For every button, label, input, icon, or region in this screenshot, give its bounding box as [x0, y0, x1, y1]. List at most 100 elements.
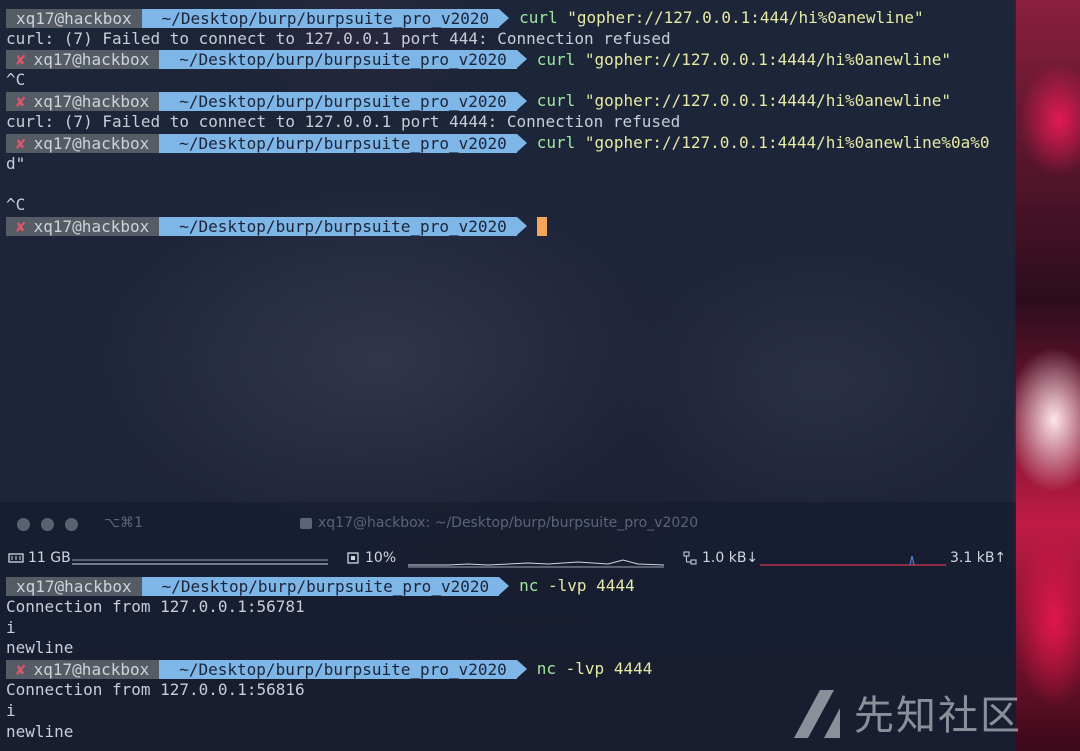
terminal-output-bottom: xq17@hackbox ~/Desktop/burp/burpsuite_pro… [6, 576, 652, 742]
output-text: newline [6, 638, 74, 658]
text-cursor [536, 216, 547, 236]
prompt-user-segment: ✘ xq17@hackbox [6, 660, 170, 680]
window-title-text: xq17@hackbox: ~/Desktop/burp/burpsuite_p… [318, 515, 699, 531]
network-up-value: 3.1 kB↑ [950, 550, 1007, 566]
prompt-username: xq17@hackbox [33, 660, 150, 680]
cpu-value: 10% [365, 550, 397, 566]
network-icon [683, 551, 697, 565]
terminal-icon [300, 517, 312, 529]
output-text: ^C [6, 70, 26, 90]
prompt-path-segment: ~/Desktop/burp/burpsuite_pro_v2020 [159, 92, 527, 112]
prompt-line: xq17@hackbox ~/Desktop/burp/burpsuite_pro… [6, 8, 990, 29]
command-binary: curl [536, 132, 576, 152]
prompt-path-segment: ~/Desktop/burp/burpsuite_pro_v2020 [141, 8, 509, 28]
output-line: newline [6, 638, 652, 659]
network-down-status: 1.0 kB↓ [682, 550, 758, 566]
command-args: -lvp 4444 [538, 576, 635, 595]
prompt-path-segment: ~/Desktop/burp/burpsuite_pro_v2020 [159, 660, 527, 680]
prompt-path-segment: ~/Desktop/burp/burpsuite_pro_v2020 [159, 133, 527, 153]
output-line: newline [6, 722, 652, 743]
output-line: curl: (7) Failed to connect to 127.0.0.1… [6, 29, 990, 50]
prompt-path-segment: ~/Desktop/burp/burpsuite_pro_v2020 [159, 216, 527, 236]
output-text: ^C [6, 195, 26, 215]
cpu-graph [408, 559, 664, 568]
watermark: 先知社区 [790, 682, 1022, 742]
prompt-user-segment: ✘ xq17@hackbox [6, 92, 170, 112]
prompt-line: ✘ xq17@hackbox ~/Desktop/burp/burpsuite_pr… [6, 659, 652, 680]
command-binary: nc [519, 576, 539, 595]
watermark-logo-icon [794, 690, 840, 738]
command-text: curl "gopher://127.0.0.1:4444/hi%0anewli… [537, 50, 951, 71]
command-binary: curl [536, 49, 576, 69]
output-text: i [6, 700, 16, 720]
prompt-username: xq17@hackbox [16, 8, 132, 28]
command-text: curl "gopher://127.0.0.1:4444/hi%0anewli… [537, 133, 990, 154]
memory-icon [8, 553, 24, 563]
output-line: Connection from 127.0.0.1:56816 [6, 680, 652, 701]
output-line: Connection from 127.0.0.1:56781 [6, 597, 652, 618]
output-text: i [6, 617, 16, 637]
command-args: "gopher://127.0.0.1:4444/hi%0anewline%0a… [575, 132, 990, 152]
output-text: newline [6, 721, 74, 741]
prompt-line: ✘ xq17@hackbox ~/Desktop/burp/burpsuite_pr… [6, 133, 990, 154]
command-text: curl "gopher://127.0.0.1:444/hi%0anewlin… [519, 8, 924, 29]
prompt-line: ✘ xq17@hackbox ~/Desktop/burp/burpsuite_pr… [6, 91, 990, 112]
error-status-icon: ✘ [16, 133, 26, 153]
wallpaper-right-edge [1014, 0, 1080, 751]
prompt-username: xq17@hackbox [33, 133, 150, 153]
command-args: "gopher://127.0.0.1:4444/hi%0anewline" [575, 49, 951, 69]
tab-shortcut-label: ⌥⌘1 [104, 515, 144, 531]
command-binary: curl [536, 91, 576, 111]
error-status-icon: ✘ [16, 92, 26, 112]
output-text: Connection from 127.0.0.1:56781 [6, 596, 305, 616]
prompt-line: xq17@hackbox ~/Desktop/burp/burpsuite_pro… [6, 576, 652, 597]
prompt-username: xq17@hackbox [33, 50, 150, 70]
prompt-username: xq17@hackbox [33, 92, 150, 112]
error-status-icon: ✘ [16, 660, 26, 680]
prompt-path-segment: ~/Desktop/burp/burpsuite_pro_v2020 [159, 50, 527, 70]
output-line: ^C [6, 70, 990, 91]
terminal-pane-top[interactable]: xq17@hackbox ~/Desktop/burp/burpsuite_pro… [0, 0, 1016, 502]
prompt-user-segment: ✘ xq17@hackbox [6, 216, 170, 236]
output-text: curl: (7) Failed to connect to 127.0.0.1… [6, 28, 671, 48]
watermark-text: 先知社区 [854, 693, 1022, 739]
command-text: nc -lvp 4444 [519, 576, 635, 597]
command-binary: nc [536, 659, 557, 679]
output-text: Connection from 127.0.0.1:56816 [6, 679, 305, 699]
memory-value: 11 GB [28, 550, 71, 566]
command-binary: curl [519, 8, 558, 27]
terminal-output-top: xq17@hackbox ~/Desktop/burp/burpsuite_pro… [6, 8, 990, 237]
prompt-user-segment: ✘ xq17@hackbox [6, 50, 170, 70]
output-text: curl: (7) Failed to connect to 127.0.0.1… [6, 111, 681, 131]
window-title: xq17@hackbox: ~/Desktop/burp/burpsuite_p… [300, 515, 698, 531]
prompt-username: xq17@hackbox [33, 216, 150, 236]
output-line: i [6, 618, 652, 639]
command-text: nc -lvp 4444 [537, 659, 653, 680]
network-up-status: 3.1 kB↑ [950, 550, 1006, 566]
command-args: "gopher://127.0.0.1:444/hi%0anewline" [557, 8, 924, 27]
prompt-user-segment: ✘ xq17@hackbox [6, 133, 170, 153]
window-minimize-button[interactable] [41, 518, 54, 531]
output-line: curl: (7) Failed to connect to 127.0.0.1… [6, 112, 990, 133]
network-graph [760, 555, 946, 566]
window-zoom-button[interactable] [65, 518, 78, 531]
prompt-path-segment: ~/Desktop/burp/burpsuite_pro_v2020 [141, 576, 509, 596]
output-line: i [6, 701, 652, 722]
prompt-line: ✘ xq17@hackbox ~/Desktop/burp/burpsuite_pr… [6, 216, 990, 237]
status-bar: 11 GB 10% 1.0 kB↓ 3.1 kB↑ [8, 550, 1008, 572]
output-text: d" [6, 153, 26, 173]
cpu-status: 10% [345, 550, 396, 566]
command-args: -lvp 4444 [556, 659, 653, 679]
memory-graph [72, 559, 328, 565]
prompt-user-segment: xq17@hackbox [6, 576, 152, 596]
error-status-icon: ✘ [16, 50, 26, 70]
error-status-icon: ✘ [16, 216, 26, 236]
cpu-icon [347, 552, 359, 564]
prompt-line: ✘ xq17@hackbox ~/Desktop/burp/burpsuite_pr… [6, 50, 990, 71]
memory-status: 11 GB [8, 550, 71, 566]
output-line: d" [6, 154, 990, 175]
window-close-button[interactable] [17, 518, 30, 531]
network-down-value: 1.0 kB↓ [702, 550, 759, 566]
command-args: "gopher://127.0.0.1:4444/hi%0anewline" [575, 91, 951, 111]
